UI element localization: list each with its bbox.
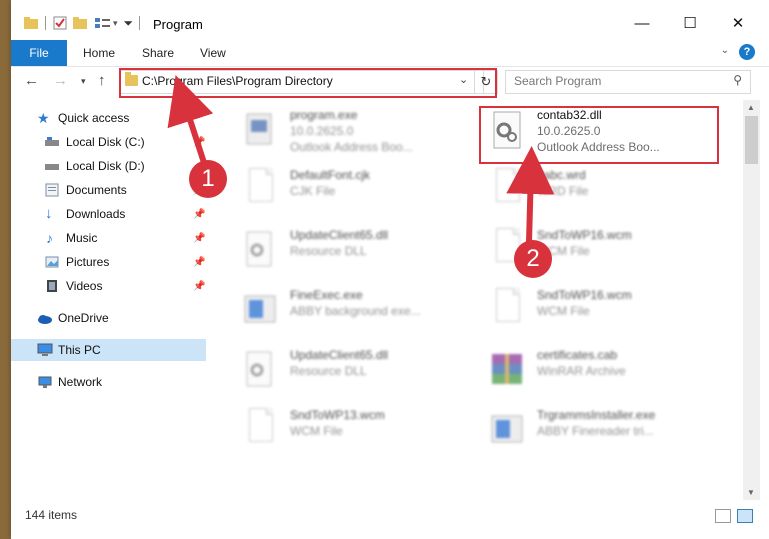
step-one-badge: 1 bbox=[189, 160, 227, 198]
annotation-arrows bbox=[167, 75, 555, 243]
step-two-badge: 2 bbox=[514, 240, 552, 278]
arrow-to-file bbox=[506, 146, 555, 243]
explorer-window: ▾ ⏷ Program — ☐ ✕ File Home Share View ⌄… bbox=[11, 0, 769, 539]
